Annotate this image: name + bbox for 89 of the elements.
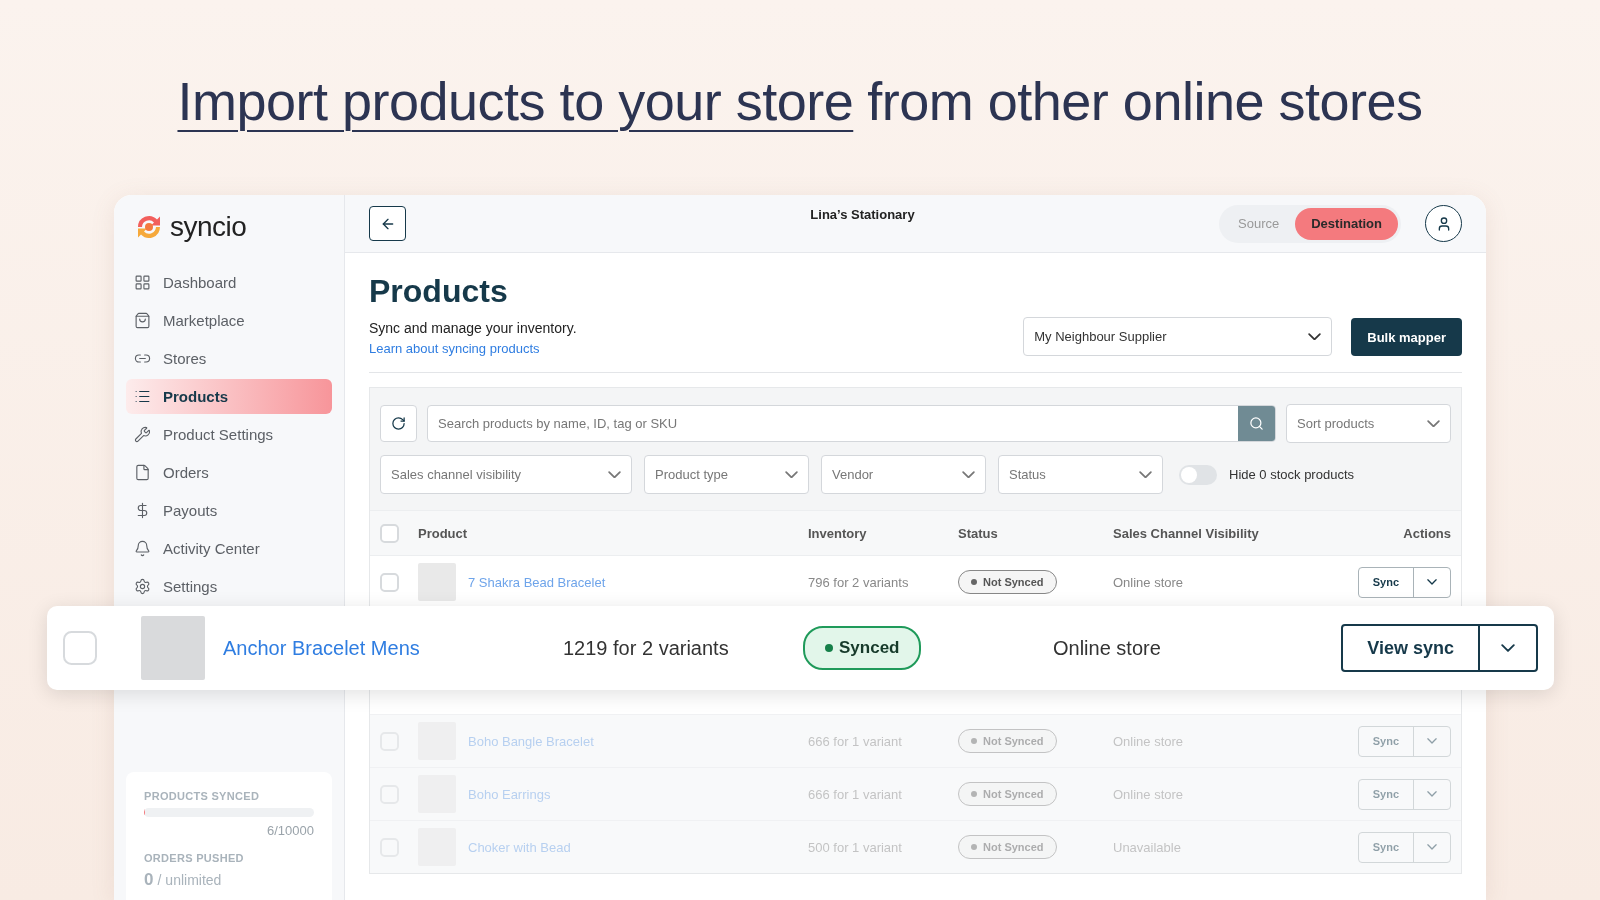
caret-icon xyxy=(1427,791,1437,797)
status-badge: Synced xyxy=(803,626,922,670)
visibility-cell-text: Online store xyxy=(1053,636,1162,660)
orders-limit: unlimited xyxy=(165,872,222,888)
search-field[interactable]: Search products by name, ID, tag or SKU xyxy=(428,416,1238,431)
toggle-switch[interactable] xyxy=(1179,464,1217,485)
avatar-button[interactable] xyxy=(1425,205,1462,242)
bulk-mapper-button[interactable]: Bulk mapper xyxy=(1351,318,1462,356)
sidebar-label: Activity Center xyxy=(163,540,260,557)
filter-dropdown[interactable]: Product type xyxy=(644,455,809,494)
sidebar-item[interactable]: Dashboard xyxy=(126,265,332,300)
sidebar-label: Settings xyxy=(163,578,218,595)
refresh-icon xyxy=(391,416,406,431)
chevron-icon xyxy=(1427,419,1440,428)
search-button[interactable] xyxy=(1238,406,1275,441)
grid-icon xyxy=(134,274,151,291)
stat-label: ORDERS PUSHED xyxy=(144,852,245,864)
sidebar-item[interactable]: Orders xyxy=(126,455,332,490)
sidebar-item[interactable]: Products xyxy=(126,379,332,414)
list-icon xyxy=(134,388,151,405)
caret-icon xyxy=(1427,579,1437,585)
status-badge: Not Synced xyxy=(958,729,1057,753)
sidebar-label: Orders xyxy=(163,464,209,481)
stat-label: PRODUCTS SYNCED xyxy=(144,790,261,802)
photo-placeholder xyxy=(418,563,456,601)
toggle-label: Hide 0 stock products xyxy=(1229,467,1354,482)
sidebar-item[interactable]: Marketplace xyxy=(126,303,332,338)
sidebar-item[interactable]: Settings xyxy=(126,569,332,604)
column-header: Actions xyxy=(1403,525,1451,541)
back-button[interactable] xyxy=(369,206,406,241)
inventory-cell-text: 796 for 2 variants xyxy=(808,574,910,590)
view-sync-button[interactable]: View sync xyxy=(1343,626,1480,670)
sidebar-label: Payouts xyxy=(163,502,218,519)
chevron-icon xyxy=(1139,470,1152,479)
chevron-icon xyxy=(608,470,621,479)
page-title: Products xyxy=(369,273,509,310)
row-checkbox[interactable] xyxy=(63,631,97,665)
separator: / xyxy=(157,872,162,888)
orders-count: 0 xyxy=(144,870,154,890)
sidebar-label: Product Settings xyxy=(163,426,274,443)
mode-tab[interactable]: Destination xyxy=(1295,207,1398,240)
help-link[interactable]: Learn about syncing products xyxy=(369,341,577,356)
column-header: Inventory xyxy=(808,525,867,541)
sidebar-label: Products xyxy=(163,388,228,405)
search-bar[interactable]: Search products by name, ID, tag or SKU xyxy=(427,405,1276,442)
sidebar-label: Stores xyxy=(163,350,207,367)
caret-icon xyxy=(1427,844,1437,850)
column-header: Sales Channel Visibility xyxy=(1113,525,1259,541)
status-badge: Not Synced xyxy=(958,782,1057,806)
product-link[interactable]: Anchor Bracelet Mens xyxy=(223,636,563,660)
sidebar-label: Marketplace xyxy=(163,312,245,329)
filter-dropdown[interactable]: Vendor xyxy=(821,455,986,494)
caret-icon xyxy=(1501,643,1515,653)
search-icon xyxy=(1249,416,1264,431)
select-all-checkbox[interactable] xyxy=(380,523,399,543)
wrench-icon xyxy=(134,426,151,443)
sidebar-item[interactable]: Activity Center xyxy=(126,531,332,566)
status-badge: Not Synced xyxy=(958,835,1057,859)
headline: from other online stores xyxy=(867,70,1423,133)
file-icon xyxy=(134,464,151,481)
supplier-dropdown[interactable]: My Neighbour Supplier xyxy=(1023,317,1333,356)
sidebar-item[interactable]: Payouts xyxy=(126,493,332,528)
stat-count: 6/10000 xyxy=(267,823,314,838)
inventory-cell-text: 1219 for 2 variants xyxy=(563,636,730,660)
column-header: Status xyxy=(958,525,998,541)
row-checkbox[interactable] xyxy=(380,572,399,592)
caret-icon xyxy=(1427,738,1437,744)
photo-placeholder xyxy=(141,616,205,680)
sort-dropdown[interactable]: Sort products xyxy=(1286,404,1451,443)
headline-link[interactable]: Import products to your store xyxy=(177,70,854,142)
chevron-icon xyxy=(785,470,798,479)
bag-icon xyxy=(134,312,151,329)
chevron-icon xyxy=(1308,332,1322,341)
settings-icon xyxy=(134,578,151,595)
column-header: Product xyxy=(418,525,468,541)
sidebar-item[interactable]: Product Settings xyxy=(126,417,332,452)
filter-dropdown[interactable]: Status xyxy=(998,455,1163,494)
store-name: Lina’s Stationary xyxy=(810,207,915,222)
chevron-icon xyxy=(962,470,975,479)
bell-icon xyxy=(134,540,151,557)
page-subtitle: Sync and manage your inventory. xyxy=(369,320,577,336)
filter-dropdown[interactable]: Sales channel visibility xyxy=(380,455,632,494)
sync-button[interactable]: Sync xyxy=(1358,567,1414,597)
visibility-cell-text: Online store xyxy=(1113,574,1185,590)
logo-text: syncio xyxy=(170,211,247,243)
status-badge: Not Synced xyxy=(958,570,1057,594)
sidebar-item[interactable]: Stores xyxy=(126,341,332,376)
refresh-button[interactable] xyxy=(380,405,417,442)
sidebar-label: Dashboard xyxy=(163,274,237,291)
